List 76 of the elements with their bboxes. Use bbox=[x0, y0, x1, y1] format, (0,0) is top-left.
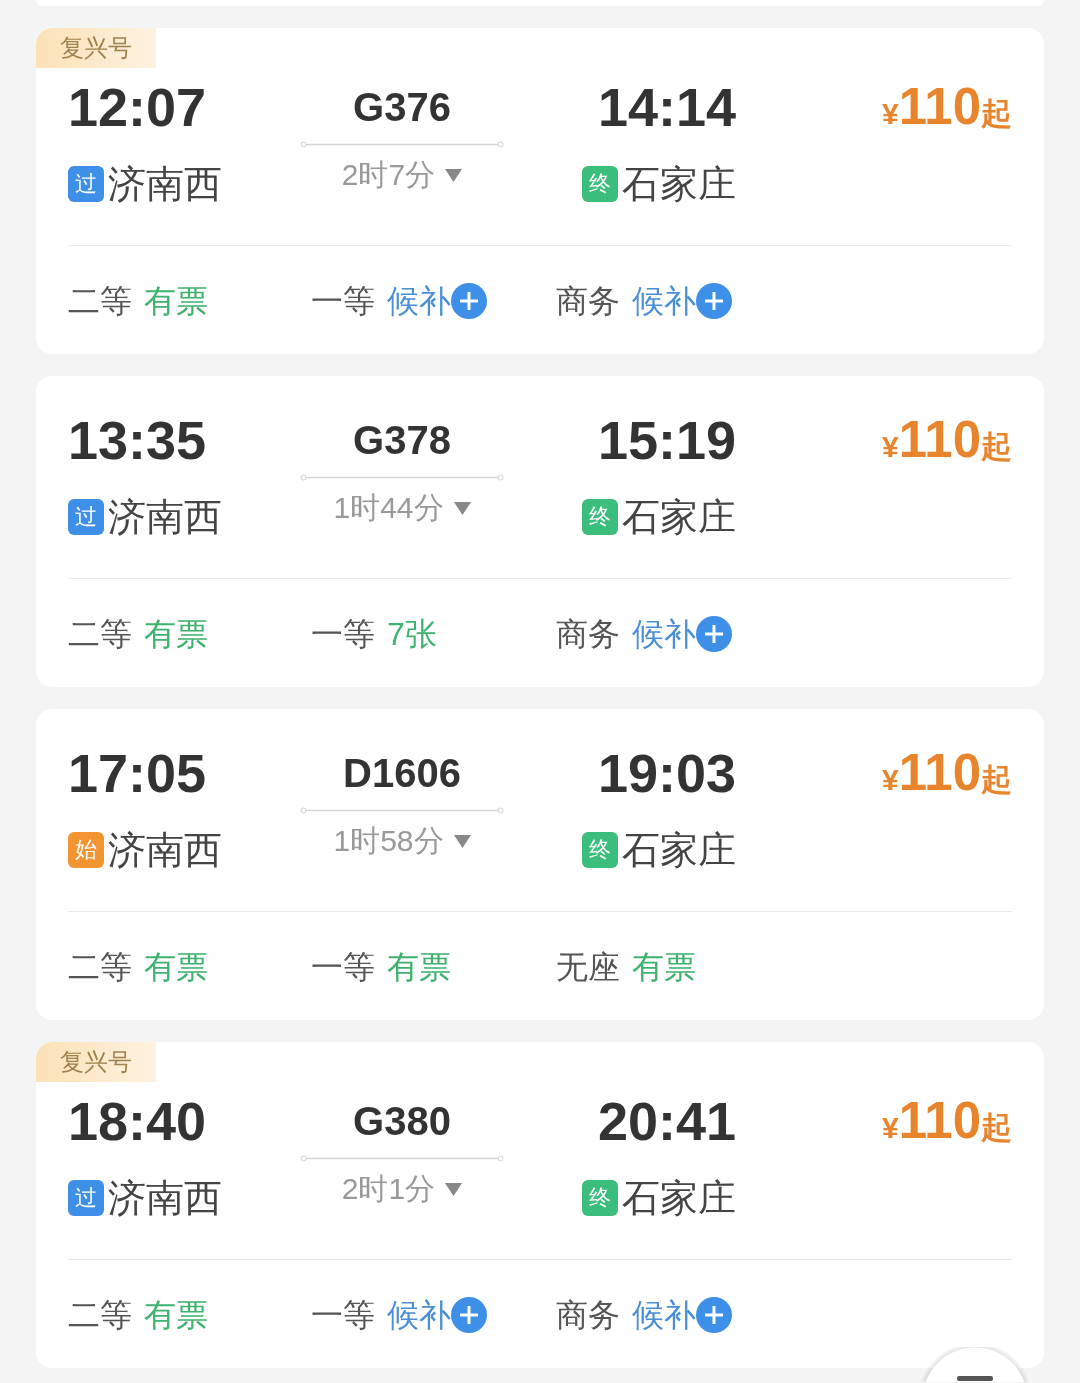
duration-button[interactable]: 2时7分 bbox=[341, 157, 463, 193]
train-number: D1606 bbox=[343, 750, 461, 797]
seat-class-label: 一等 bbox=[311, 1296, 375, 1335]
departure-time: 17:05 bbox=[68, 743, 207, 803]
ticket-status: 有票 bbox=[387, 948, 451, 987]
ticket-status: 有票 bbox=[144, 948, 208, 987]
duration-button[interactable]: 2时1分 bbox=[341, 1171, 463, 1207]
seat-class-label: 二等 bbox=[68, 948, 132, 987]
train-card[interactable]: 复兴号 12:07 过 济南西 G376 2时7分 14:14 终 石家庄 ¥110起 二等 有票 一等 候补 商务 候补 bbox=[36, 28, 1044, 354]
plus-icon bbox=[451, 283, 487, 319]
plus-icon bbox=[696, 283, 732, 319]
caret-icon bbox=[453, 501, 471, 515]
station-name: 济南西 bbox=[108, 1176, 222, 1221]
waitlist-button[interactable]: 候补 bbox=[632, 1291, 732, 1339]
caret-icon bbox=[453, 834, 471, 848]
seat-class-label: 二等 bbox=[68, 282, 132, 321]
station-type-tag: 始 bbox=[68, 832, 104, 868]
station-name: 济南西 bbox=[108, 828, 222, 873]
seat-class-label: 二等 bbox=[68, 1296, 132, 1335]
waitlist-button[interactable]: 候补 bbox=[632, 610, 732, 658]
station-type-tag: 终 bbox=[582, 499, 618, 535]
seat-class-label: 商务 bbox=[556, 615, 620, 654]
seat-class-label: 无座 bbox=[556, 948, 620, 987]
duration-button[interactable]: 1时44分 bbox=[333, 490, 471, 526]
train-card[interactable]: 复兴号 18:40 过 济南西 G380 2时1分 20:41 终 石家庄 ¥110起 二等 有票 一等 候补 商务 候补 bbox=[36, 1042, 1044, 1368]
plus-icon bbox=[451, 1297, 487, 1333]
departure-time: 13:35 bbox=[68, 410, 207, 470]
station-name: 石家庄 bbox=[622, 162, 736, 207]
train-card[interactable]: 13:35 过 济南西 G378 1时44分 15:19 终 石家庄 ¥110起 二等 有票 一等 7张 商务 候补 bbox=[36, 376, 1044, 687]
price-label: ¥110起 bbox=[882, 410, 1012, 470]
seat-class-label: 商务 bbox=[556, 1296, 620, 1335]
ticket-status: 有票 bbox=[632, 948, 696, 987]
caret-icon bbox=[445, 168, 463, 182]
ticket-status: 有票 bbox=[144, 1296, 208, 1335]
seat-class-label: 一等 bbox=[311, 948, 375, 987]
departure-time: 18:40 bbox=[68, 1091, 207, 1151]
arrival-time: 19:03 bbox=[597, 743, 736, 803]
arrival-time: 20:41 bbox=[597, 1091, 736, 1151]
seat-class-label: 一等 bbox=[311, 615, 375, 654]
station-name: 石家庄 bbox=[622, 1176, 736, 1221]
waitlist-button[interactable]: 候补 bbox=[632, 277, 732, 325]
train-card[interactable]: 17:05 始 济南西 D1606 1时58分 19:03 终 石家庄 ¥110起 二等 有票 一等 有票 无座 有票 bbox=[36, 709, 1044, 1020]
train-number: G378 bbox=[353, 417, 451, 464]
train-brand-tag: 复兴号 bbox=[36, 28, 156, 68]
ticket-status: 有票 bbox=[144, 615, 208, 654]
station-type-tag: 过 bbox=[68, 166, 104, 202]
station-type-tag: 过 bbox=[68, 499, 104, 535]
station-name: 石家庄 bbox=[622, 495, 736, 540]
train-brand-tag: 复兴号 bbox=[36, 1042, 156, 1082]
station-name: 济南西 bbox=[108, 162, 222, 207]
waitlist-button[interactable]: 候补 bbox=[387, 277, 487, 325]
station-type-tag: 终 bbox=[582, 832, 618, 868]
duration-button[interactable]: 1时58分 bbox=[333, 823, 471, 859]
station-type-tag: 终 bbox=[582, 1180, 618, 1216]
price-label: ¥110起 bbox=[882, 77, 1012, 137]
ticket-status: 7张 bbox=[387, 615, 437, 654]
station-type-tag: 终 bbox=[582, 166, 618, 202]
seat-class-label: 二等 bbox=[68, 615, 132, 654]
train-number: G376 bbox=[353, 84, 451, 131]
arrival-time: 15:19 bbox=[597, 410, 736, 470]
seat-class-label: 商务 bbox=[556, 282, 620, 321]
plus-icon bbox=[696, 616, 732, 652]
departure-time: 12:07 bbox=[68, 77, 207, 137]
dash-icon bbox=[957, 1376, 993, 1381]
arrival-time: 14:14 bbox=[597, 77, 736, 137]
seat-class-label: 一等 bbox=[311, 282, 375, 321]
train-number: G380 bbox=[353, 1098, 451, 1145]
plus-icon bbox=[696, 1297, 732, 1333]
station-name: 济南西 bbox=[108, 495, 222, 540]
price-label: ¥110起 bbox=[882, 1091, 1012, 1151]
caret-icon bbox=[445, 1182, 463, 1196]
station-name: 石家庄 bbox=[622, 828, 736, 873]
waitlist-button[interactable]: 候补 bbox=[387, 1291, 487, 1339]
price-label: ¥110起 bbox=[882, 743, 1012, 803]
station-type-tag: 过 bbox=[68, 1180, 104, 1216]
ticket-status: 有票 bbox=[144, 282, 208, 321]
